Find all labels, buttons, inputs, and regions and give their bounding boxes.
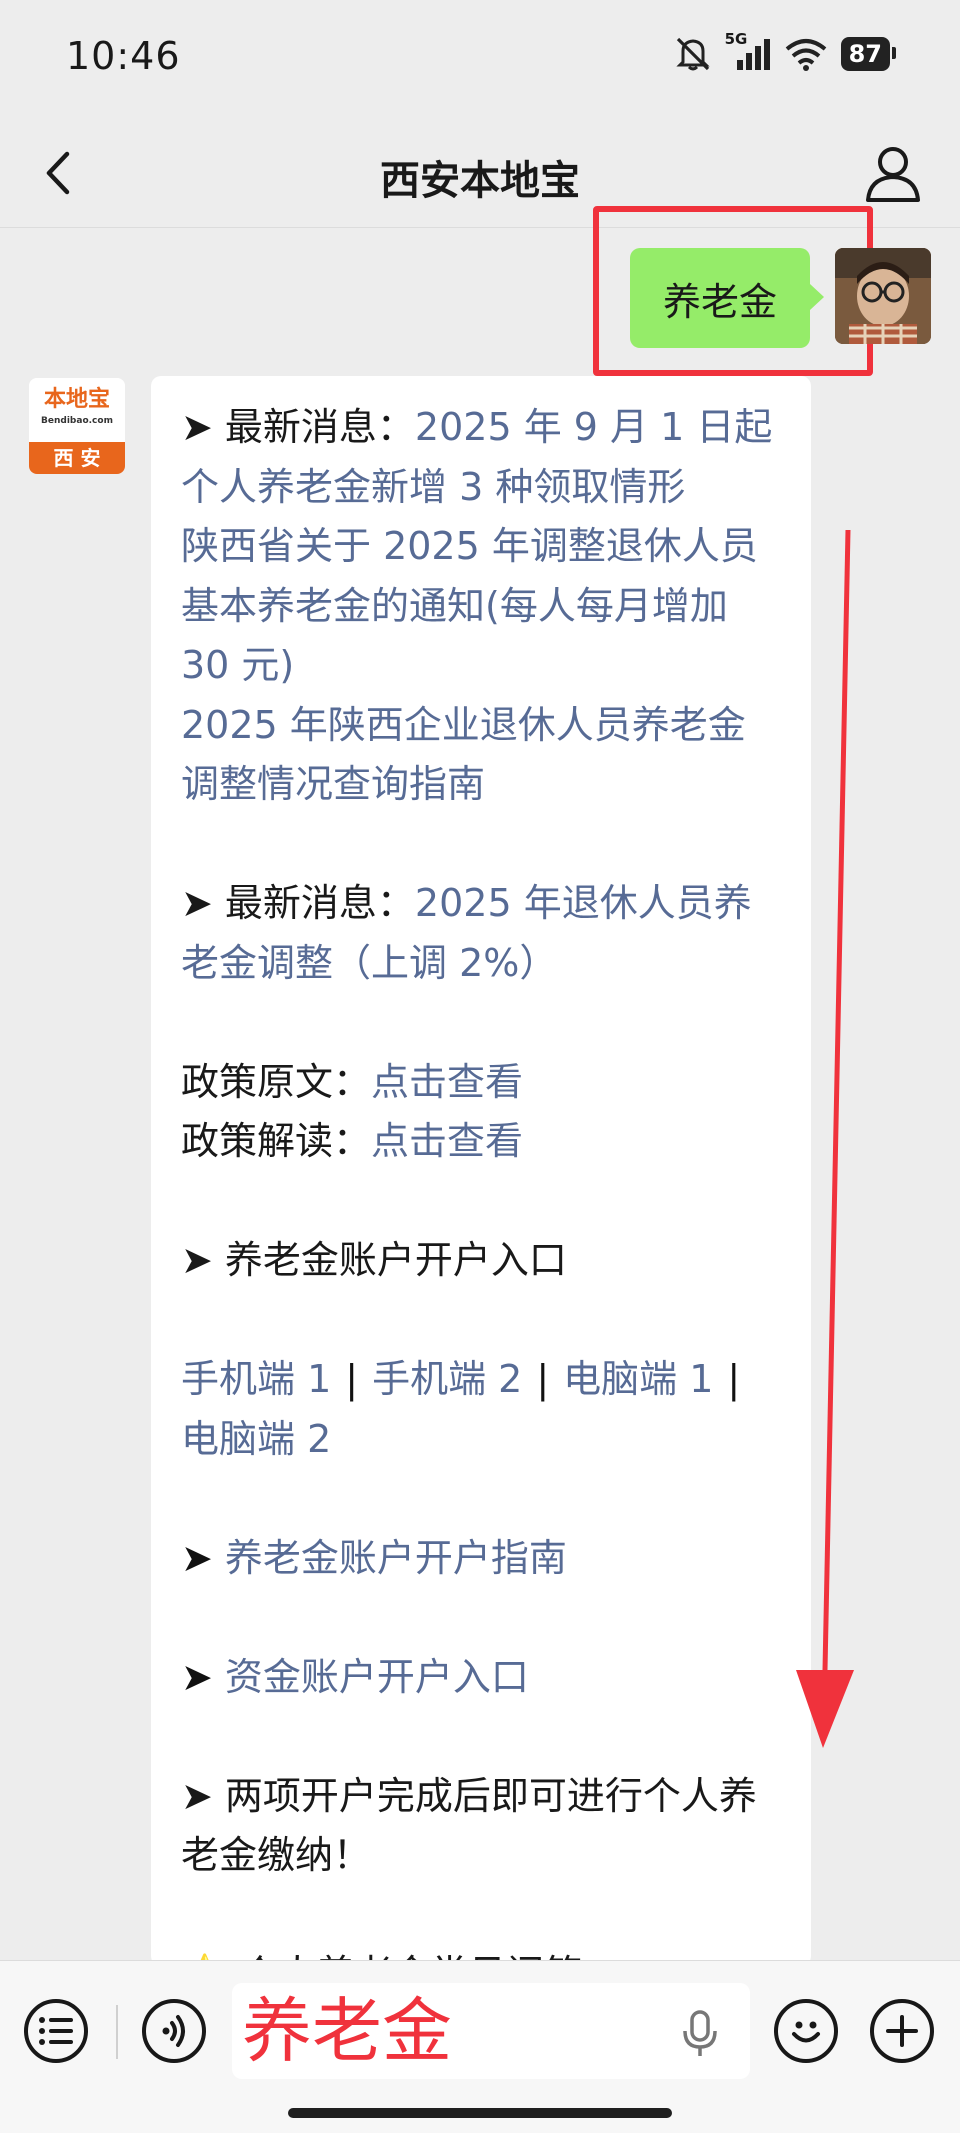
reply-text: 老金缴纳！ <box>181 1833 372 1877</box>
mic-icon <box>683 2010 717 2056</box>
menu-button[interactable] <box>24 1999 88 2063</box>
link-account-guide[interactable]: 养老金账户开户指南 <box>225 1536 567 1580</box>
link-query-guide-cont[interactable]: 调整情况查询指南 <box>181 755 781 815</box>
mic-button[interactable] <box>680 2009 730 2059</box>
sent-message-bubble[interactable]: 养老金 <box>630 248 824 348</box>
voice-icon <box>162 2015 185 2047</box>
emoji-button[interactable] <box>774 1999 838 2063</box>
reply-line: ➤ 最新消息：2025 年 9 月 1 日起 <box>181 398 781 458</box>
link-shaanxi-adjustment-notice[interactable]: 陕西省关于 2025 年调整退休人员 <box>181 517 781 577</box>
link-mobile-1[interactable]: 手机端 1 <box>181 1357 331 1401</box>
reply-line: 政策原文：点击查看 <box>181 1053 781 1113</box>
section-label: ➤ 最新消息： <box>181 405 415 449</box>
plus-button[interactable] <box>870 1999 934 2063</box>
reply-line: 手机端 1 | 手机端 2 | 电脑端 1 | <box>181 1350 781 1410</box>
section-label: ➤ 最新消息： <box>181 881 415 925</box>
page-title: 西安本地宝 <box>380 158 580 204</box>
voice-button[interactable] <box>142 1999 206 2063</box>
separator: | <box>345 1357 359 1401</box>
reply-message-bubble: ➤ 最新消息：2025 年 9 月 1 日起 个人养老金新增 3 种领取情形 陕… <box>151 376 811 1966</box>
profile-button[interactable] <box>862 142 924 204</box>
link-query-guide[interactable]: 2025 年陕西企业退休人员养老金 <box>181 696 781 756</box>
logo-text: 本地宝 <box>43 387 110 412</box>
status-bar: 10:46 5G 87 <box>0 0 960 118</box>
link-retiree-adjustment-cont[interactable]: 老金调整（上调 2%） <box>181 934 781 994</box>
logo-city: 西 安 <box>29 442 125 474</box>
link-pension-new-rules-cont[interactable]: 个人养老金新增 3 种领取情形 <box>181 458 781 518</box>
plus-icon <box>886 2015 918 2047</box>
battery-level: 87 <box>840 37 897 71</box>
link-pc-1[interactable]: 电脑端 1 <box>563 1357 713 1401</box>
emoji-icon <box>792 2021 820 2043</box>
link-policy-interpretation[interactable]: 点击查看 <box>371 1119 523 1163</box>
reply-line: ➤ 最新消息：2025 年退休人员养 <box>181 874 781 934</box>
link-pension-new-rules[interactable]: 2025 年 9 月 1 日起 <box>415 405 772 449</box>
policy-read-label: 政策解读： <box>181 1119 372 1163</box>
link-retiree-adjustment[interactable]: 2025 年退休人员养 <box>415 881 752 925</box>
section-heading: ➤ 养老金账户开户入口 <box>181 1238 567 1282</box>
menu-list-icon <box>39 2017 73 2045</box>
message-input[interactable] <box>232 1983 750 2079</box>
bot-avatar[interactable]: 本地宝 Bendibao.com 西 安 <box>29 378 125 474</box>
mute-bell-icon <box>675 37 710 71</box>
wifi-icon <box>785 39 826 71</box>
link-fund-account-entry[interactable]: 资金账户开户入口 <box>225 1655 529 1699</box>
policy-text-label: 政策原文： <box>181 1059 372 1104</box>
reply-line: 政策解读：点击查看 <box>181 1112 781 1172</box>
separator: | <box>536 1357 550 1401</box>
reply-line: ➤ 养老金账户开户指南 <box>181 1529 781 1589</box>
link-policy-text[interactable]: 点击查看 <box>371 1060 523 1104</box>
user-avatar[interactable] <box>835 248 931 344</box>
status-time: 10:46 <box>66 34 181 78</box>
signal-icon: 5G <box>725 30 771 72</box>
link-pc-2[interactable]: 电脑端 2 <box>181 1410 781 1470</box>
bullet: ➤ <box>181 1535 225 1580</box>
input-divider <box>116 2005 118 2059</box>
logo-subtext: Bendibao.com <box>41 416 113 426</box>
bot-logo: 本地宝 Bendibao.com <box>29 378 125 442</box>
profile-icon <box>866 147 920 202</box>
link-shaanxi-adjustment-notice-end[interactable]: 30 元) <box>181 636 781 696</box>
status-icons: 5G 87 <box>673 30 897 72</box>
link-mobile-2[interactable]: 手机端 2 <box>372 1357 522 1401</box>
bullet: ➤ <box>181 1654 225 1699</box>
home-indicator[interactable] <box>288 2108 672 2118</box>
separator: | <box>727 1357 741 1401</box>
link-shaanxi-adjustment-notice-cont[interactable]: 基本养老金的通知(每人每月增加 <box>181 577 781 637</box>
reply-line: ➤ 资金账户开户入口 <box>181 1648 781 1708</box>
reply-text: ➤ 两项开户完成后即可进行个人养 <box>181 1773 757 1818</box>
